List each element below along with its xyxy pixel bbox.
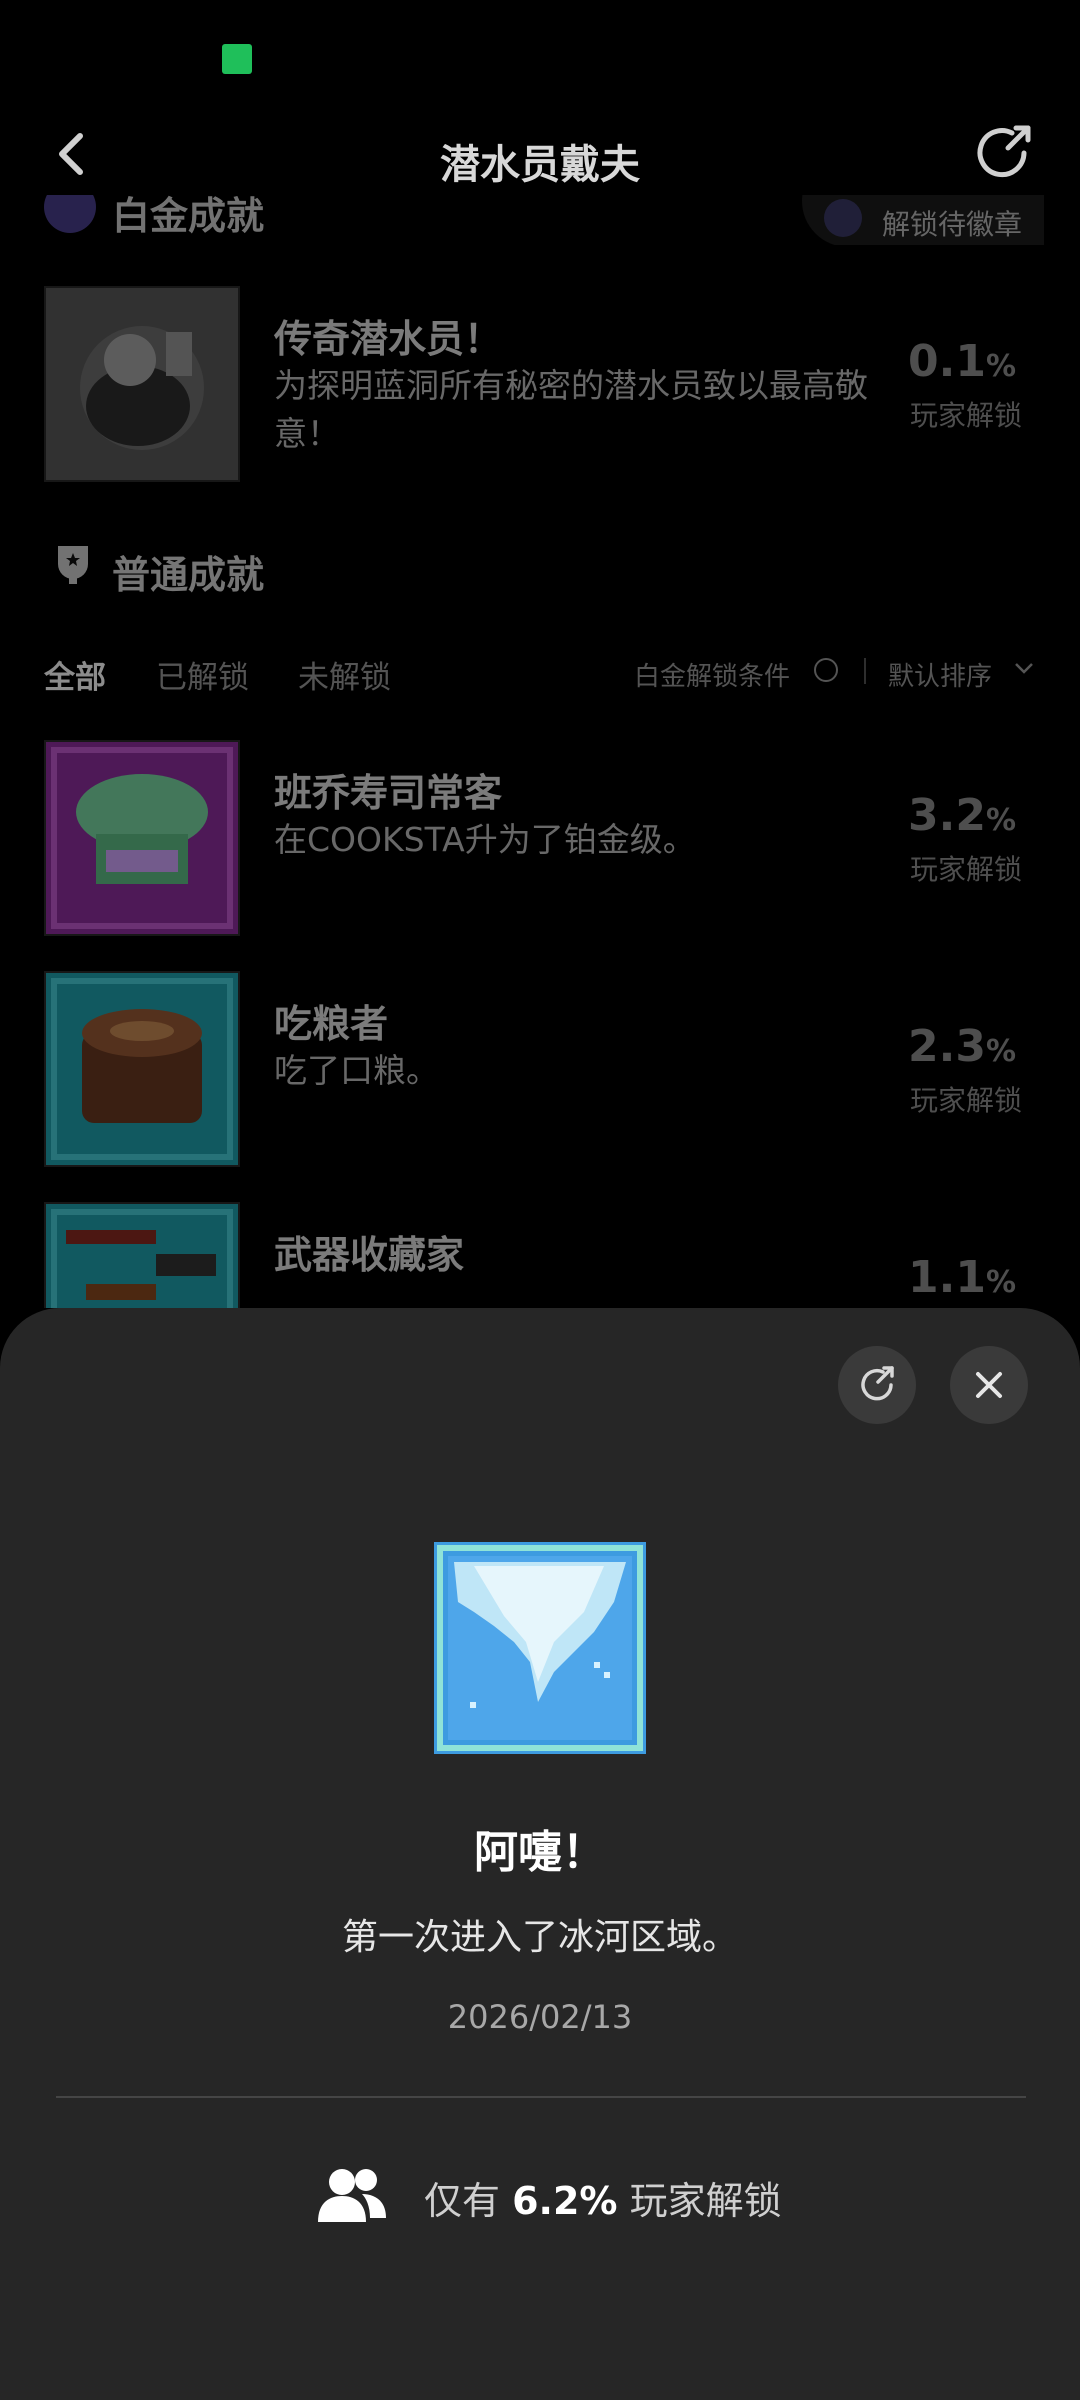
divider bbox=[56, 2096, 1026, 2098]
chevron-down-icon bbox=[1015, 663, 1033, 674]
filter-bar: 全部 已解锁 未解锁 白金解锁条件 默认排序 bbox=[44, 648, 1036, 698]
pct-value: 1.1 bbox=[907, 1252, 986, 1303]
achievement-desc: 吃了口粮。 bbox=[274, 1051, 439, 1090]
stat-value: 6.2% bbox=[512, 2179, 618, 2223]
badge-pill-label: 解锁待徽章 bbox=[882, 208, 1023, 241]
achievement-row[interactable]: 吃粮者 吃了口粮。 2.3% 玩家解锁 bbox=[44, 971, 1036, 1167]
tab-unlocked[interactable]: 已解锁 bbox=[156, 652, 249, 697]
chef-hat-icon bbox=[44, 740, 240, 936]
achievement-pct-label: 玩家解锁 bbox=[909, 853, 1022, 886]
tab-locked[interactable]: 未解锁 bbox=[298, 652, 391, 697]
share-icon bbox=[977, 125, 1031, 178]
unlock-date: 2026/02/13 bbox=[447, 1998, 633, 2036]
weapons-icon bbox=[44, 1202, 240, 1308]
platinum-section-title: 白金成就 bbox=[112, 195, 265, 238]
pct-value: 3.2 bbox=[907, 790, 986, 841]
unlock-stat: 仅有 6.2% 玩家解锁 bbox=[0, 2158, 1080, 2238]
achievement-pct: 1.1% bbox=[908, 1252, 1016, 1303]
pct-sign: % bbox=[985, 349, 1016, 384]
achievement-row[interactable]: 班乔寿司常客 在COOKSTA升为了铂金级。 3.2% 玩家解锁 bbox=[44, 740, 1036, 936]
achievement-desc: 为探明蓝洞所有秘密的潜水员致以最高敬意！ bbox=[274, 366, 868, 453]
achievement-row[interactable]: 武器收藏家 1.1% bbox=[44, 1202, 1036, 1308]
pct-sign: % bbox=[985, 1265, 1016, 1300]
achievement-pct: 2.3% bbox=[908, 1021, 1016, 1072]
regular-section-title: 普通成就 bbox=[112, 553, 265, 597]
achievement-desc: 在COOKSTA升为了铂金级。 bbox=[274, 820, 696, 859]
header: 潜水员戴夫 bbox=[0, 110, 1080, 200]
tab-all[interactable]: 全部 bbox=[44, 652, 106, 697]
trophy-icon bbox=[58, 546, 88, 584]
ration-can-icon bbox=[44, 971, 240, 1167]
achievement-name: 传奇潜水员！ bbox=[274, 317, 503, 361]
achievement-pct-label: 玩家解锁 bbox=[909, 1084, 1022, 1117]
pct-value: 2.3 bbox=[907, 1021, 986, 1072]
stat-prefix: 仅有 bbox=[424, 2179, 501, 2223]
close-button[interactable] bbox=[950, 1346, 1028, 1424]
close-icon bbox=[976, 1372, 1002, 1398]
platinum-condition-label[interactable]: 白金解锁条件 bbox=[634, 656, 790, 693]
divider bbox=[864, 658, 866, 684]
achievement-detail-sheet: 阿嚏！ 第一次进入了冰河区域。 2026/02/13 仅有 6.2% 玩家解锁 bbox=[0, 1308, 1080, 2400]
share-button[interactable] bbox=[972, 120, 1038, 186]
stat-suffix: 玩家解锁 bbox=[629, 2179, 782, 2223]
achievement-name: 吃粮者 bbox=[274, 1002, 389, 1046]
platinum-achievement-row[interactable]: 传奇潜水员！ 为探明蓝洞所有秘密的潜水员致以最高敬意！ 0.1% 玩家解锁 bbox=[44, 286, 1036, 482]
achievement-pct: 3.2% bbox=[908, 790, 1016, 841]
pct-value: 0.1 bbox=[907, 336, 986, 387]
icicle-achievement-icon bbox=[434, 1542, 646, 1754]
sort-dropdown[interactable]: 默认排序 bbox=[888, 656, 992, 693]
achievement-pct: 0.1% bbox=[908, 336, 1016, 387]
achievement-name: 班乔寿司常客 bbox=[274, 771, 503, 815]
diver-trophy-icon bbox=[44, 286, 240, 482]
app-notification-icon bbox=[222, 44, 252, 74]
condition-toggle[interactable] bbox=[814, 658, 838, 682]
page-title: 潜水员戴夫 bbox=[440, 142, 640, 188]
users-icon bbox=[318, 2169, 386, 2222]
sheet-share-button[interactable] bbox=[838, 1346, 916, 1424]
achievement-pct-label: 玩家解锁 bbox=[909, 399, 1022, 432]
achievement-description: 第一次进入了冰河区域。 bbox=[341, 1917, 738, 1958]
regular-section-header: 普通成就 bbox=[44, 540, 644, 600]
pct-sign: % bbox=[985, 1034, 1016, 1069]
achievement-title: 阿嚏！ bbox=[474, 1827, 606, 1878]
stat-text: 仅有 6.2% 玩家解锁 bbox=[424, 2170, 782, 2225]
achievement-name: 武器收藏家 bbox=[274, 1233, 465, 1277]
platinum-medal-icon bbox=[44, 195, 96, 233]
share-icon bbox=[861, 1366, 894, 1401]
badge-pill[interactable]: 解锁待徽章 bbox=[802, 195, 1044, 245]
status-bar bbox=[0, 0, 1080, 110]
pct-sign: % bbox=[985, 803, 1016, 838]
badge-icon bbox=[824, 199, 862, 237]
platinum-section-header: 白金成就 解锁待徽章 bbox=[44, 195, 1044, 245]
